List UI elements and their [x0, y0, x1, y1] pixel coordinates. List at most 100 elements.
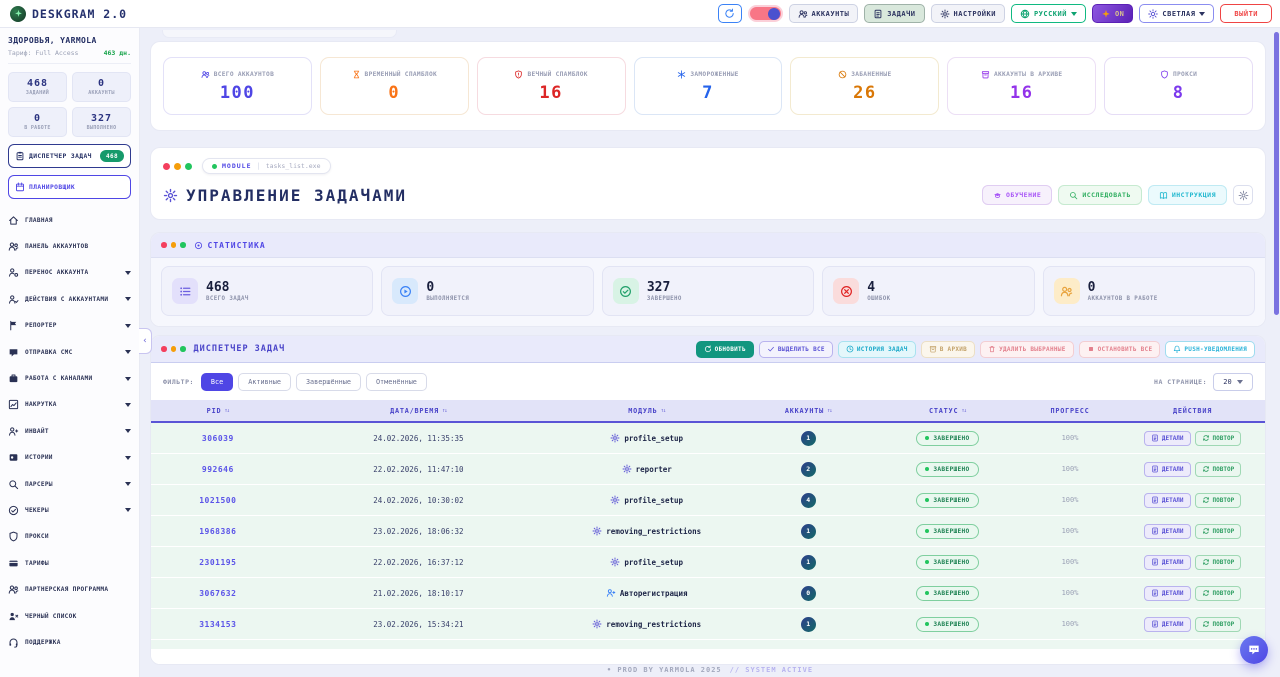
- sidebar-collapse-button[interactable]: ‹: [139, 328, 152, 354]
- sidebar-item-2[interactable]: ПЕРЕНОС АККАУНТА: [8, 260, 131, 286]
- support-chat-button[interactable]: [1240, 636, 1268, 664]
- sidebar-item-8[interactable]: ИНВАЙТ: [8, 418, 131, 444]
- repeat-button[interactable]: ПОВТОР: [1195, 462, 1242, 477]
- sidebar-item-7[interactable]: НАКРУТКА: [8, 392, 131, 418]
- sidebar-item-12[interactable]: ПРОКСИ: [8, 524, 131, 550]
- details-button[interactable]: ДЕТАЛИ: [1144, 431, 1191, 446]
- task-progress: 100%: [1020, 434, 1120, 442]
- task-progress: 100%: [1020, 527, 1120, 535]
- task-pid[interactable]: 1021500: [151, 496, 285, 505]
- sort-icon: ↑↓: [224, 408, 229, 414]
- details-button[interactable]: ДЕТАЛИ: [1144, 462, 1191, 477]
- top-nav-2[interactable]: НАСТРОЙКИ: [931, 4, 1005, 23]
- task-action-2[interactable]: ИНСТРУКЦИЯ: [1148, 185, 1227, 205]
- sidebar-stat-tiles: 468ЗАДАНИЙ0АККАУНТЫ0В РАБОТЕ327ВЫПОЛНЕНО: [8, 72, 131, 137]
- details-button[interactable]: ДЕТАЛИ: [1144, 617, 1191, 632]
- sidebar-item-10[interactable]: ПАРСЕРЫ: [8, 471, 131, 497]
- sidebar-item-5[interactable]: ОТПРАВКА СМС: [8, 339, 131, 365]
- sidebar-item-4[interactable]: РЕПОРТЕР: [8, 313, 131, 339]
- sidebar-item-11[interactable]: ЧЕКЕРЫ: [8, 497, 131, 523]
- gear-icon: [592, 619, 602, 629]
- logout-button[interactable]: ВЫЙТИ: [1220, 4, 1272, 23]
- filter-chip-0[interactable]: Все: [201, 373, 233, 391]
- task-pid[interactable]: 3134153: [151, 620, 285, 629]
- chevron-down-icon: [125, 377, 131, 381]
- users-icon: [798, 9, 808, 19]
- toolbar-button-1[interactable]: ВЫДЕЛИТЬ ВСЕ: [759, 341, 833, 358]
- repeat-button[interactable]: ПОВТОР: [1195, 431, 1242, 446]
- table-column-2[interactable]: МОДУЛЬ↑↓: [552, 407, 741, 415]
- dot-yellow: [174, 163, 181, 170]
- task-pid[interactable]: 992646: [151, 465, 285, 474]
- repeat-button[interactable]: ПОВТОР: [1195, 524, 1242, 539]
- table-column-0[interactable]: PID↑↓: [151, 407, 285, 415]
- table-column-3[interactable]: АККАУНТЫ↑↓: [741, 407, 875, 415]
- stat-value: 4: [867, 281, 890, 294]
- dot-red: [163, 163, 170, 170]
- panel-settings-button[interactable]: [1233, 185, 1253, 205]
- toolbar-button-0[interactable]: ОБНОВИТЬ: [696, 341, 754, 358]
- chat-icon: [8, 347, 19, 358]
- sidebar-task-dispatcher-button[interactable]: ДИСПЕТЧЕР ЗАДАЧ 468: [8, 144, 131, 168]
- sidebar-item-13[interactable]: ТАРИФЫ: [8, 550, 131, 576]
- sidebar-item-3[interactable]: ДЕЙСТВИЯ С АККАУНТАМИ: [8, 286, 131, 312]
- toolbar-button-4[interactable]: УДАЛИТЬ ВЫБРАННЫЕ: [980, 341, 1074, 358]
- repeat-icon: [1202, 589, 1210, 597]
- overview-card-6: ПРОКСИ8: [1104, 57, 1253, 115]
- sidebar-item-15[interactable]: ЧЕРНЫЙ СПИСОК: [8, 603, 131, 629]
- toolbar-button-6[interactable]: PUSH-УВЕДОМЛЕНИЯ: [1165, 341, 1255, 358]
- sidebar-item-6[interactable]: РАБОТА С КАНАЛАМИ: [8, 365, 131, 391]
- sidebar-item-14[interactable]: ПАРТНЕРСКАЯ ПРОГРАММА: [8, 576, 131, 602]
- task-datetime: 23.02.2026, 15:34:21: [285, 620, 552, 629]
- briefcase-icon: [8, 373, 19, 384]
- details-button[interactable]: ДЕТАЛИ: [1144, 524, 1191, 539]
- repeat-button[interactable]: ПОВТОР: [1195, 493, 1242, 508]
- theme-toggle[interactable]: [748, 5, 783, 22]
- repeat-button[interactable]: ПОВТОР: [1195, 555, 1242, 570]
- repeat-button[interactable]: ПОВТОР: [1195, 586, 1242, 601]
- task-pid[interactable]: 3067632: [151, 589, 285, 598]
- details-button[interactable]: ДЕТАЛИ: [1144, 586, 1191, 601]
- task-module: profile_setup: [552, 433, 741, 443]
- top-nav-1[interactable]: ЗАДАЧИ: [864, 4, 924, 23]
- brand[interactable]: DESKGRAM 2.0: [10, 6, 127, 22]
- status-badge: ЗАВЕРШЕНО: [916, 462, 978, 477]
- sidebar-item-1[interactable]: ПАНЕЛЬ АККАУНТОВ: [8, 233, 131, 259]
- task-pid[interactable]: 306039: [151, 434, 285, 443]
- gear-icon: [1238, 190, 1249, 201]
- scrollbar[interactable]: [1274, 32, 1279, 673]
- filter-chip-2[interactable]: Завершённые: [296, 373, 361, 391]
- filter-chip-1[interactable]: Активные: [238, 373, 291, 391]
- sidebar-item-9[interactable]: ИСТОРИИ: [8, 445, 131, 471]
- toolbar-button-5[interactable]: ОСТАНОВИТЬ ВСЕ: [1079, 341, 1161, 358]
- sidebar-item-16[interactable]: ПОДДЕРЖКА: [8, 629, 131, 655]
- toolbar-button-2[interactable]: ИСТОРИЯ ЗАДАЧ: [838, 341, 916, 358]
- sidebar-item-0[interactable]: ГЛАВНАЯ: [8, 207, 131, 233]
- table-column-1[interactable]: ДАТА/ВРЕМЯ↑↓: [285, 407, 552, 415]
- stat-card-0: 468ВСЕГО ЗАДАЧ: [161, 266, 373, 316]
- language-select[interactable]: РУССКИЙ: [1011, 4, 1086, 23]
- on-toggle-button[interactable]: ON: [1092, 4, 1133, 23]
- stat-label: ЗАВЕРШЕНО: [647, 296, 682, 302]
- task-module: profile_setup: [552, 495, 741, 505]
- theme-select[interactable]: СВЕТЛАЯ: [1139, 4, 1214, 23]
- task-action-1[interactable]: ИССЛЕДОВАТЬ: [1058, 185, 1142, 205]
- toolbar-button-3[interactable]: В АРХИВ: [921, 341, 975, 358]
- per-page-select[interactable]: 20: [1213, 373, 1253, 391]
- details-button[interactable]: ДЕТАЛИ: [1144, 493, 1191, 508]
- task-pid[interactable]: 2301195: [151, 558, 285, 567]
- task-pid[interactable]: 1968386: [151, 527, 285, 536]
- top-nav-0[interactable]: АККАУНТЫ: [789, 4, 859, 23]
- task-action-0[interactable]: ОБУЧЕНИЕ: [982, 185, 1052, 205]
- repeat-button[interactable]: ПОВТОР: [1195, 617, 1242, 632]
- filter-chip-3[interactable]: Отменённые: [366, 373, 427, 391]
- sidebar-planner-button[interactable]: ПЛАНИРОВЩИК: [8, 175, 131, 199]
- chevron-down-icon: [125, 508, 131, 512]
- clipboard-icon: [15, 151, 25, 161]
- scrollbar-thumb[interactable]: [1274, 32, 1279, 315]
- task-datetime: 22.02.2026, 11:47:10: [285, 465, 552, 474]
- user-x-icon: [8, 611, 19, 622]
- refresh-button[interactable]: [718, 4, 742, 23]
- details-button[interactable]: ДЕТАЛИ: [1144, 555, 1191, 570]
- table-column-4[interactable]: СТАТУС↑↓: [875, 407, 1020, 415]
